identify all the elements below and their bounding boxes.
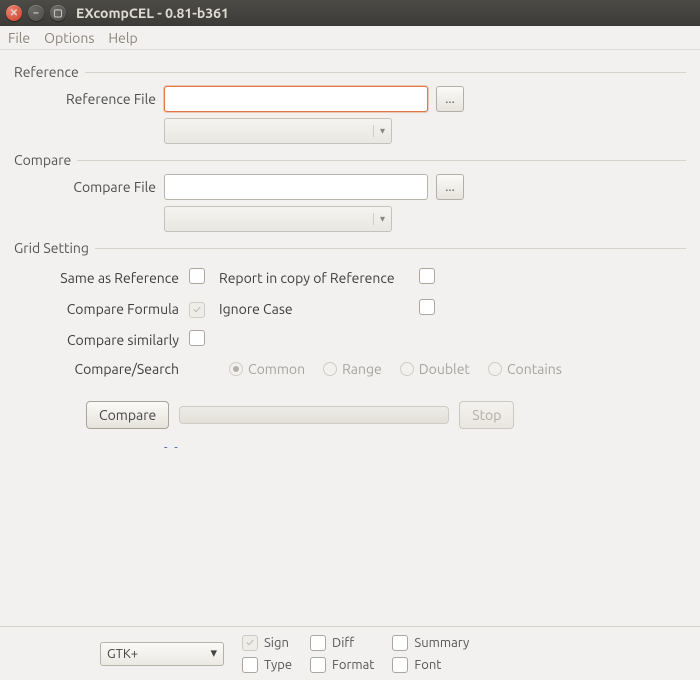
menu-file[interactable]: File: [8, 30, 30, 46]
reference-browse-button[interactable]: ...: [436, 86, 464, 112]
radio-range-label: Range: [342, 361, 382, 377]
group-reference: Reference: [14, 64, 686, 80]
divider: [77, 160, 686, 161]
compare-sheet-combo[interactable]: ▾: [164, 206, 392, 232]
report-copy-label: Report in copy of Reference: [219, 270, 419, 286]
group-grid-setting: Grid Setting: [14, 240, 686, 256]
menu-options[interactable]: Options: [44, 30, 94, 46]
radio-contains-label: Contains: [507, 361, 562, 377]
compare-formula-checkbox[interactable]: ✓: [189, 302, 205, 318]
diff-checkbox[interactable]: [310, 635, 326, 651]
close-icon[interactable]: ✕: [6, 5, 22, 21]
font-label: Font: [414, 658, 441, 672]
same-as-reference-label: Same as Reference: [14, 270, 189, 286]
window-title: EXcompCEL - 0.81-b361: [76, 5, 229, 21]
ignore-case-checkbox[interactable]: [419, 299, 435, 315]
stop-button[interactable]: Stop: [459, 401, 514, 429]
font-checkbox[interactable]: [392, 657, 408, 673]
ignore-case-label: Ignore Case: [219, 301, 419, 317]
theme-value: GTK+: [107, 647, 138, 661]
divider: [95, 248, 686, 249]
radio-common-label: Common: [248, 361, 305, 377]
reference-file-label: Reference File: [14, 91, 164, 107]
chevron-down-icon: ▾: [373, 125, 385, 137]
compare-similarly-checkbox[interactable]: [189, 330, 205, 346]
status-links: - -: [164, 441, 686, 454]
bottom-bar: GTK+ ▾ ✓ Sign Diff Summary Type Format Fo…: [0, 626, 700, 680]
group-reference-label: Reference: [14, 64, 79, 80]
window-titlebar: ✕ – ▢ EXcompCEL - 0.81-b361: [0, 0, 700, 26]
theme-combo[interactable]: GTK+ ▾: [100, 642, 224, 666]
group-compare-label: Compare: [14, 152, 71, 168]
progress-bar: [179, 406, 449, 424]
compare-button[interactable]: Compare: [86, 401, 169, 429]
sign-checkbox[interactable]: ✓: [242, 635, 258, 651]
radio-doublet[interactable]: [400, 362, 414, 376]
format-label: Format: [332, 658, 374, 672]
chevron-down-icon: ▾: [373, 213, 385, 225]
same-as-reference-checkbox[interactable]: [189, 268, 205, 284]
chevron-down-icon: ▾: [210, 646, 217, 661]
sign-label: Sign: [264, 636, 289, 650]
report-copy-checkbox[interactable]: [419, 268, 435, 284]
compare-similarly-label: Compare similarly: [14, 332, 189, 348]
compare-browse-button[interactable]: ...: [436, 174, 464, 200]
radio-range[interactable]: [323, 362, 337, 376]
menu-help[interactable]: Help: [108, 30, 137, 46]
compare-file-label: Compare File: [14, 179, 164, 195]
group-compare: Compare: [14, 152, 686, 168]
type-label: Type: [264, 658, 292, 672]
summary-checkbox[interactable]: [392, 635, 408, 651]
reference-sheet-combo[interactable]: ▾: [164, 118, 392, 144]
maximize-icon[interactable]: ▢: [50, 5, 66, 21]
compare-search-label: Compare/Search: [14, 361, 189, 377]
summary-label: Summary: [414, 636, 469, 650]
format-checkbox[interactable]: [310, 657, 326, 673]
compare-file-input[interactable]: [164, 174, 428, 200]
radio-common[interactable]: [229, 362, 243, 376]
window-buttons: ✕ – ▢: [6, 5, 66, 21]
reference-file-input[interactable]: [164, 86, 428, 112]
minimize-icon[interactable]: –: [28, 5, 44, 21]
radio-doublet-label: Doublet: [419, 361, 470, 377]
type-checkbox[interactable]: [242, 657, 258, 673]
menubar: File Options Help: [0, 26, 700, 50]
compare-formula-label: Compare Formula: [14, 301, 189, 317]
group-grid-setting-label: Grid Setting: [14, 240, 89, 256]
radio-contains[interactable]: [488, 362, 502, 376]
diff-label: Diff: [332, 636, 354, 650]
divider: [85, 72, 686, 73]
